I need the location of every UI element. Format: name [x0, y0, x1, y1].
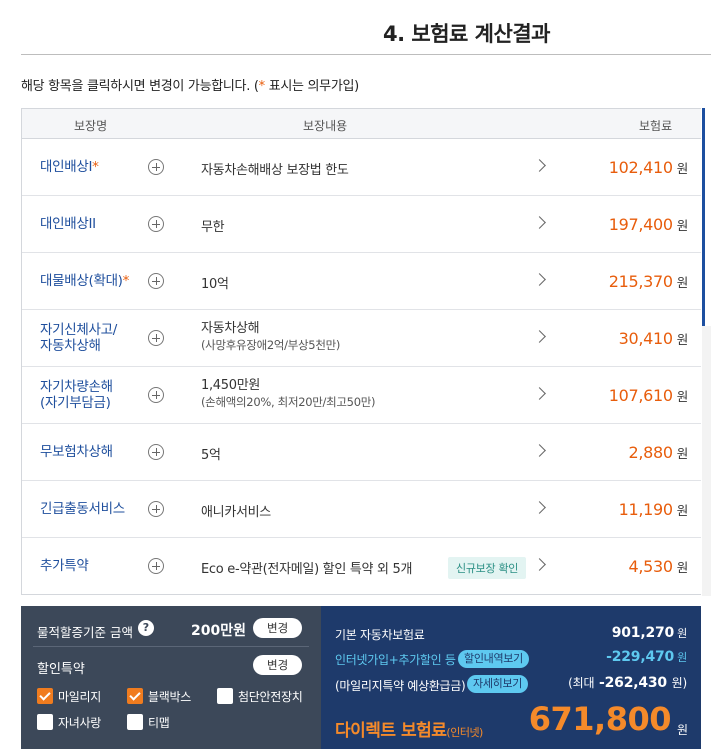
base-premium-label: 기본 자동차보험료	[335, 628, 425, 642]
expand-plus-icon[interactable]	[148, 558, 164, 574]
checkbox-checked-icon[interactable]	[37, 688, 53, 704]
property-threshold-value: 200만원	[191, 623, 246, 639]
coverage-name: 긴급출동서비스	[40, 501, 125, 517]
direct-premium-label: 다이렉트 보험료(인터넷)	[335, 721, 483, 741]
premium-amount: 30,410 원	[618, 329, 689, 348]
final-premium-value: 671,800	[528, 700, 672, 738]
coverage-row-personal-injury[interactable]: 자기신체사고/자동차상해 자동차상해 (사망후유장애2억/부상5천만) 30,41…	[22, 310, 701, 367]
expand-plus-icon[interactable]	[148, 330, 164, 346]
coverage-name: 자기신체사고/자동차상해	[40, 322, 117, 354]
notice-prefix: 해당 항목을 클릭하시면 변경이 가능합니다. (	[21, 79, 259, 94]
coverage-content: 5억	[201, 448, 221, 463]
help-icon[interactable]: ?	[138, 620, 154, 636]
checkbox-unchecked-icon[interactable]	[217, 688, 233, 704]
coverage-row-property-damage[interactable]: 대물배상(확대)* 10억 215,370 원	[22, 253, 701, 310]
new-coverage-badge[interactable]: 신규보장 확인	[448, 557, 527, 579]
view-discount-button[interactable]: 할인내역보기	[458, 650, 529, 668]
coverage-row-uninsured[interactable]: 무보험차상해 5억 2,880 원	[22, 424, 701, 481]
premium-amount: 197,400 원	[608, 215, 689, 234]
chevron-right-icon[interactable]	[533, 330, 546, 343]
coverage-row-bodily-injury-1[interactable]: 대인배상I* 자동차손해배상 보장법 한도 102,410 원	[22, 139, 701, 196]
coverage-row-bodily-injury-2[interactable]: 대인배상II 무한 197,400 원	[22, 196, 701, 253]
coverage-name: 자기차량손해 (자기부담금)	[40, 379, 113, 411]
coverage-content: 1,450만원 (손해액의20%, 최저20만/최고50만)	[201, 378, 376, 409]
view-details-button[interactable]: 자세히보기	[467, 675, 529, 693]
mileage-refund-label: (마일리지특약 예상환급금)	[335, 679, 466, 693]
coverage-subtext: (손해액의20%, 최저20만/최고50만)	[201, 395, 376, 409]
expand-plus-icon[interactable]	[148, 273, 164, 289]
coverage-subtext: (사망후유장애2억/부상5천만)	[201, 338, 341, 352]
divider	[33, 646, 309, 647]
coverage-row-additional-riders[interactable]: 추가특약 Eco e-약관(전자메일) 할인 특약 외 5개 신규보장 확인 4…	[22, 538, 701, 595]
coverage-content: 자동차상해 (사망후유장애2억/부상5천만)	[201, 321, 341, 352]
premium-summary: 기본 자동차보험료 901,270 원 인터넷가입+추가할인 등 할인내역보기 -…	[321, 606, 701, 749]
coverage-content: Eco e-약관(전자메일) 할인 특약 외 5개	[201, 562, 413, 577]
header-coverage-content: 보장내용	[303, 119, 348, 133]
page-title: 4. 보험료 계산결과	[383, 22, 550, 46]
coverage-name: 대인배상I*	[40, 159, 99, 175]
coverage-content: 10억	[201, 277, 229, 292]
chevron-right-icon[interactable]	[533, 216, 546, 229]
coverage-content: 무한	[201, 220, 225, 235]
mileage-refund-value: (최대 -262,430 원)	[568, 675, 687, 691]
chevron-right-icon[interactable]	[533, 387, 546, 400]
side-panel-edge	[702, 326, 711, 596]
expand-plus-icon[interactable]	[148, 387, 164, 403]
coverage-content: 애니카서비스	[201, 505, 271, 520]
checkbox-checked-icon[interactable]	[127, 688, 143, 704]
header-premium: 보험료	[639, 119, 673, 133]
summary-panel: 물적할증기준 금액 ? 200만원 변경 할인특약 변경 마일리지 블랙박스 첨…	[21, 606, 701, 749]
coverage-name: 대물배상(확대)*	[40, 273, 130, 289]
notice-suffix: 표시는 의무가입)	[264, 79, 360, 94]
premium-amount: 2,880 원	[628, 443, 688, 462]
coverage-name: 대인배상II	[40, 216, 96, 232]
coverage-row-own-vehicle[interactable]: 자기차량손해 (자기부담금) 1,450만원 (손해액의20%, 최저20만/최고5…	[22, 367, 701, 424]
required-star: *	[92, 159, 99, 175]
coverage-name: 추가특약	[40, 558, 89, 574]
checkbox-unchecked-icon[interactable]	[127, 714, 143, 730]
checkbox-unchecked-icon[interactable]	[37, 714, 53, 730]
base-premium-value: 901,270 원	[611, 625, 687, 641]
expand-plus-icon[interactable]	[148, 216, 164, 232]
premium-amount: 107,610 원	[608, 386, 689, 405]
coverage-row-emergency-service[interactable]: 긴급출동서비스 애니카서비스 11,190 원	[22, 481, 701, 538]
coverage-name: 무보험차상해	[40, 444, 113, 460]
premium-amount: 102,410 원	[608, 158, 689, 177]
chevron-right-icon[interactable]	[533, 273, 546, 286]
table-header: 보장명 보장내용 보험료	[22, 109, 701, 139]
chevron-right-icon[interactable]	[533, 558, 546, 571]
expand-plus-icon[interactable]	[148, 159, 164, 175]
coverage-table: 보장명 보장내용 보험료 대인배상I* 자동차손해배상 보장법 한도 102,4…	[21, 108, 701, 595]
premium-amount: 11,190 원	[618, 500, 689, 519]
change-threshold-button[interactable]: 변경	[253, 618, 303, 638]
property-threshold-label: 물적할증기준 금액	[37, 625, 133, 640]
discount-label: 인터넷가입+추가할인 등	[335, 653, 456, 667]
premium-amount: 4,530 원	[628, 557, 688, 576]
chevron-right-icon[interactable]	[533, 501, 546, 514]
header-coverage-name: 보장명	[74, 119, 108, 133]
options-panel: 물적할증기준 금액 ? 200만원 변경 할인특약 변경 마일리지 블랙박스 첨…	[21, 606, 321, 749]
premium-amount: 215,370 원	[608, 272, 689, 291]
coverage-content: 자동차손해배상 보장법 한도	[201, 163, 349, 178]
scroll-indicator	[702, 108, 705, 326]
required-star: *	[122, 273, 130, 289]
discount-rider-label: 할인특약	[37, 662, 85, 677]
chevron-right-icon[interactable]	[533, 444, 546, 457]
discount-value: -229,470 원	[606, 649, 687, 665]
expand-plus-icon[interactable]	[148, 501, 164, 517]
change-discount-button[interactable]: 변경	[253, 655, 303, 675]
notice-text: 해당 항목을 클릭하시면 변경이 가능합니다. (* 표시는 의무가입)	[21, 75, 359, 94]
chevron-right-icon[interactable]	[533, 159, 546, 172]
expand-plus-icon[interactable]	[148, 444, 164, 460]
final-premium-currency: 원	[676, 723, 688, 737]
title-divider	[21, 54, 711, 55]
